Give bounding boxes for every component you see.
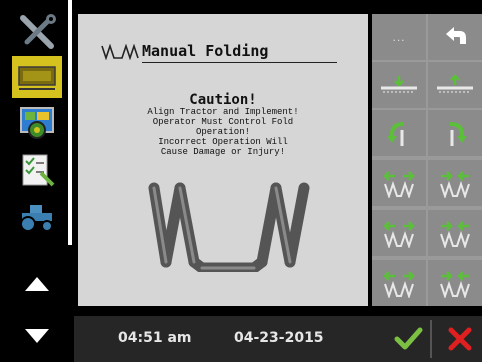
back-arrow-icon [446,27,466,44]
manual-folding-panel: Manual Folding Caution! Align Tractor an… [78,14,368,306]
wing-fold-in-icon [383,171,415,198]
scroll-down-button[interactable] [12,316,62,356]
caution-line: Cause Damage or Injury! [160,147,286,157]
scroll-up-icon [25,277,49,291]
implement-raise-icon [437,74,473,93]
scroll-down-icon [25,329,49,343]
wing-fold-in-button-1[interactable] [372,160,426,206]
wing-fold-in-button-2[interactable] [372,210,426,256]
checklist-icon [22,154,55,187]
folded-implement-illustration [148,182,310,272]
fold-down-button[interactable] [372,62,426,108]
wing-fold-out-button-3[interactable] [428,260,482,306]
fold-small-icon [101,44,139,60]
wing-fold-out-icon [440,221,470,248]
display-settings-button[interactable] [12,102,62,142]
close-icon [448,327,472,351]
rotate-right-icon [449,122,467,146]
checkmark-icon [394,327,423,350]
back-button[interactable] [428,14,482,60]
caution-line: Align Tractor and Implement! [147,107,299,117]
wing-fold-in-icon [383,271,415,298]
caution-line: Operation! [195,127,250,137]
wing-fold-out-icon [440,271,470,298]
clock-date: 04-23-2015 [234,330,324,346]
wing-fold-in-icon [383,221,415,248]
wing-fold-in-button-3[interactable] [372,260,426,306]
caution-line: Incorrect Operation Will [158,137,288,147]
wing-fold-out-button-2[interactable] [428,210,482,256]
wing-fold-out-icon [440,171,470,198]
cancel-button[interactable] [444,324,476,354]
tools-icon [20,14,56,49]
caution-title: Caution! [189,92,257,108]
clock-time: 04:51 am [118,330,192,346]
implement-lower-icon [381,76,417,93]
caution-line: Operator Must Control Fold [152,117,294,127]
more-button[interactable]: ... [372,14,426,60]
tractor-icon [20,205,53,232]
page-title: Manual Folding [142,42,269,60]
caution-message: Align Tractor and Implement! Operator Mu… [98,107,348,157]
rotate-left-icon [387,122,405,146]
checklist-button[interactable] [12,150,62,190]
more-label: ... [392,30,406,44]
rotate-left-button[interactable] [372,110,426,156]
implement-icon [18,66,56,90]
implement-button[interactable] [12,56,62,98]
tractor-button[interactable] [12,196,62,236]
tools-button[interactable] [12,12,62,52]
rotate-right-button[interactable] [428,110,482,156]
title-underline [142,62,337,63]
sidebar [0,0,74,362]
sidebar-scrollbar[interactable] [68,0,72,245]
fold-up-button[interactable] [428,62,482,108]
status-bar: 04:51 am 04-23-2015 [74,316,482,362]
title-row: Manual Folding [100,40,350,64]
display-settings-icon [20,107,54,139]
scroll-up-button[interactable] [12,264,62,304]
fold-control-grid: ... [372,14,482,306]
wing-fold-out-button-1[interactable] [428,160,482,206]
confirm-button[interactable] [392,324,424,354]
bottom-divider [430,320,432,358]
